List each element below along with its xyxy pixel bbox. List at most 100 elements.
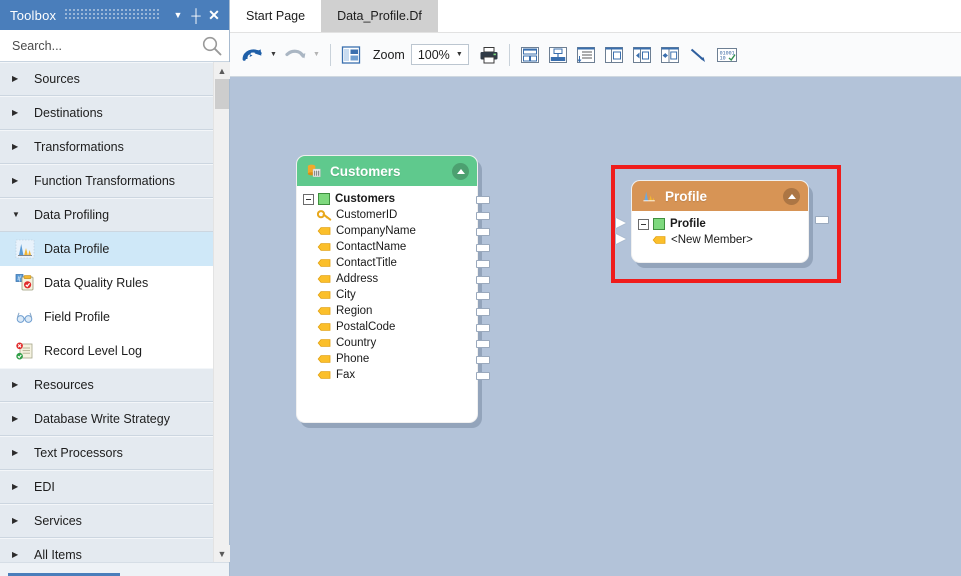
triangle-right-icon[interactable]: ▶ — [12, 415, 28, 423]
output-pin[interactable] — [476, 308, 490, 316]
node-field-row[interactable]: Region — [303, 303, 471, 319]
sidebar-item-label: Data Quality Rules — [38, 276, 148, 290]
sidebar-group-text-processors[interactable]: ▶Text Processors — [0, 436, 213, 470]
node-field-row[interactable]: City — [303, 287, 471, 303]
node-header[interactable]: Profile — [632, 181, 808, 211]
triangle-right-icon[interactable]: ▶ — [12, 483, 28, 491]
sidebar-group-function-transformations[interactable]: ▶Function Transformations — [0, 164, 213, 198]
minus-icon[interactable] — [638, 219, 649, 230]
sidebar-item-field-profile[interactable]: Field Profile — [0, 300, 213, 334]
triangle-right-icon[interactable]: ▶ — [12, 551, 28, 559]
output-pin[interactable] — [476, 372, 490, 380]
sidebar-group-data-profiling[interactable]: ▼Data Profiling — [0, 198, 213, 232]
align-vertical-button[interactable] — [544, 40, 572, 70]
chevron-down-icon[interactable]: ▼ — [456, 51, 466, 58]
print-button[interactable] — [475, 40, 503, 70]
collapse-up-icon[interactable] — [783, 188, 800, 205]
tab-data-profile-df[interactable]: Data_Profile.Df — [321, 0, 438, 32]
pin-icon[interactable]: ┼ — [187, 5, 205, 25]
scrollbar-thumb[interactable] — [215, 79, 229, 109]
triangle-right-icon[interactable]: ▶ — [12, 381, 28, 389]
node-field-row[interactable]: Country — [303, 335, 471, 351]
toolbox-drag-handle[interactable] — [64, 9, 161, 21]
triangle-right-icon[interactable]: ▶ — [12, 143, 28, 151]
fit-to-window-button[interactable] — [337, 40, 365, 70]
toolbox-tree-viewport[interactable]: ▶Sources▶Destinations▶Transformations▶Fu… — [0, 62, 213, 562]
search-icon[interactable] — [201, 35, 223, 57]
output-pin[interactable] — [476, 340, 490, 348]
node-profile[interactable]: Profile Profile<New Member> — [631, 180, 809, 263]
output-pin[interactable] — [476, 244, 490, 252]
node-root-row[interactable]: Profile — [638, 216, 802, 232]
redo-dropdown-chevron-down-icon[interactable]: ▼ — [309, 51, 324, 58]
output-pin[interactable] — [476, 356, 490, 364]
tab-start-page[interactable]: Start Page — [230, 0, 321, 32]
expand-left-pane-button[interactable] — [628, 40, 656, 70]
zoom-combobox[interactable]: 100% ▼ — [411, 44, 469, 65]
triangle-right-icon[interactable]: ▶ — [12, 517, 28, 525]
undo-dropdown-chevron-down-icon[interactable]: ▼ — [266, 51, 281, 58]
redo-button[interactable] — [281, 40, 309, 70]
toolbox-footer — [0, 562, 229, 576]
triangle-right-icon[interactable]: ▶ — [12, 75, 28, 83]
expand-both-panes-button[interactable] — [656, 40, 684, 70]
sidebar-group-sources[interactable]: ▶Sources — [0, 62, 213, 96]
align-horizontal-button[interactable] — [516, 40, 544, 70]
output-pin[interactable] — [476, 292, 490, 300]
node-field-row[interactable]: ContactTitle — [303, 255, 471, 271]
input-pin[interactable] — [616, 234, 626, 244]
sidebar-group-resources[interactable]: ▶Resources — [0, 368, 213, 402]
toolbox-scrollbar[interactable]: ▲ ▼ — [213, 62, 229, 562]
minus-icon[interactable] — [303, 194, 314, 205]
node-field-row[interactable]: ContactName — [303, 239, 471, 255]
input-pin[interactable] — [616, 218, 626, 228]
node-field-row[interactable]: <New Member> — [638, 232, 802, 248]
zoom-label: Zoom — [365, 48, 411, 62]
output-pin[interactable] — [476, 276, 490, 284]
node-field-row[interactable]: Address — [303, 271, 471, 287]
output-pin[interactable] — [476, 260, 490, 268]
node-field-row[interactable]: CustomerID — [303, 207, 471, 223]
diagram-canvas[interactable]: Customers CustomersCustomerIDCompanyName… — [230, 77, 961, 576]
node-field-row[interactable]: PostalCode — [303, 319, 471, 335]
scrollbar-track[interactable] — [214, 79, 229, 545]
node-field-row[interactable]: Fax — [303, 367, 471, 383]
output-pin[interactable] — [476, 196, 490, 204]
sidebar-group-all-items[interactable]: ▶All Items — [0, 538, 213, 562]
record-level-log-icon — [12, 341, 38, 361]
sidebar-group-edi[interactable]: ▶EDI — [0, 470, 213, 504]
sidebar-group-database-write-strategy[interactable]: ▶Database Write Strategy — [0, 402, 213, 436]
sidebar-group-services[interactable]: ▶Services — [0, 504, 213, 538]
node-box[interactable]: Profile Profile<New Member> — [631, 180, 809, 263]
close-icon[interactable]: ✕ — [205, 5, 223, 25]
node-customers[interactable]: Customers CustomersCustomerIDCompanyName… — [296, 155, 478, 423]
list-layout-button[interactable] — [572, 40, 600, 70]
output-pin[interactable] — [815, 216, 829, 224]
sidebar-item-data-quality-rules[interactable]: ifData Quality Rules — [0, 266, 213, 300]
split-pane-button[interactable] — [600, 40, 628, 70]
node-field-row[interactable]: Phone — [303, 351, 471, 367]
sidebar-item-data-profile[interactable]: Data Profile — [0, 232, 213, 266]
search-input[interactable] — [10, 38, 201, 54]
draw-link-button[interactable] — [684, 40, 712, 70]
node-box[interactable]: Customers CustomersCustomerIDCompanyName… — [296, 155, 478, 423]
triangle-right-icon[interactable]: ▶ — [12, 177, 28, 185]
node-field-row[interactable]: CompanyName — [303, 223, 471, 239]
triangle-down-icon[interactable]: ▼ — [12, 211, 28, 219]
chevron-up-icon[interactable]: ▲ — [214, 62, 230, 79]
chevron-down-icon[interactable]: ▼ — [169, 5, 187, 25]
triangle-right-icon[interactable]: ▶ — [12, 109, 28, 117]
triangle-right-icon[interactable]: ▶ — [12, 449, 28, 457]
node-root-row[interactable]: Customers — [303, 191, 471, 207]
sidebar-item-record-level-log[interactable]: Record Level Log — [0, 334, 213, 368]
sidebar-group-destinations[interactable]: ▶Destinations — [0, 96, 213, 130]
output-pin[interactable] — [476, 324, 490, 332]
sidebar-group-transformations[interactable]: ▶Transformations — [0, 130, 213, 164]
output-pin[interactable] — [476, 212, 490, 220]
chevron-down-icon[interactable]: ▼ — [214, 545, 230, 562]
node-header[interactable]: Customers — [297, 156, 477, 186]
toggle-data-button[interactable]: 01001 10 — [712, 40, 742, 70]
undo-button[interactable] — [238, 40, 266, 70]
collapse-up-icon[interactable] — [452, 163, 469, 180]
output-pin[interactable] — [476, 228, 490, 236]
